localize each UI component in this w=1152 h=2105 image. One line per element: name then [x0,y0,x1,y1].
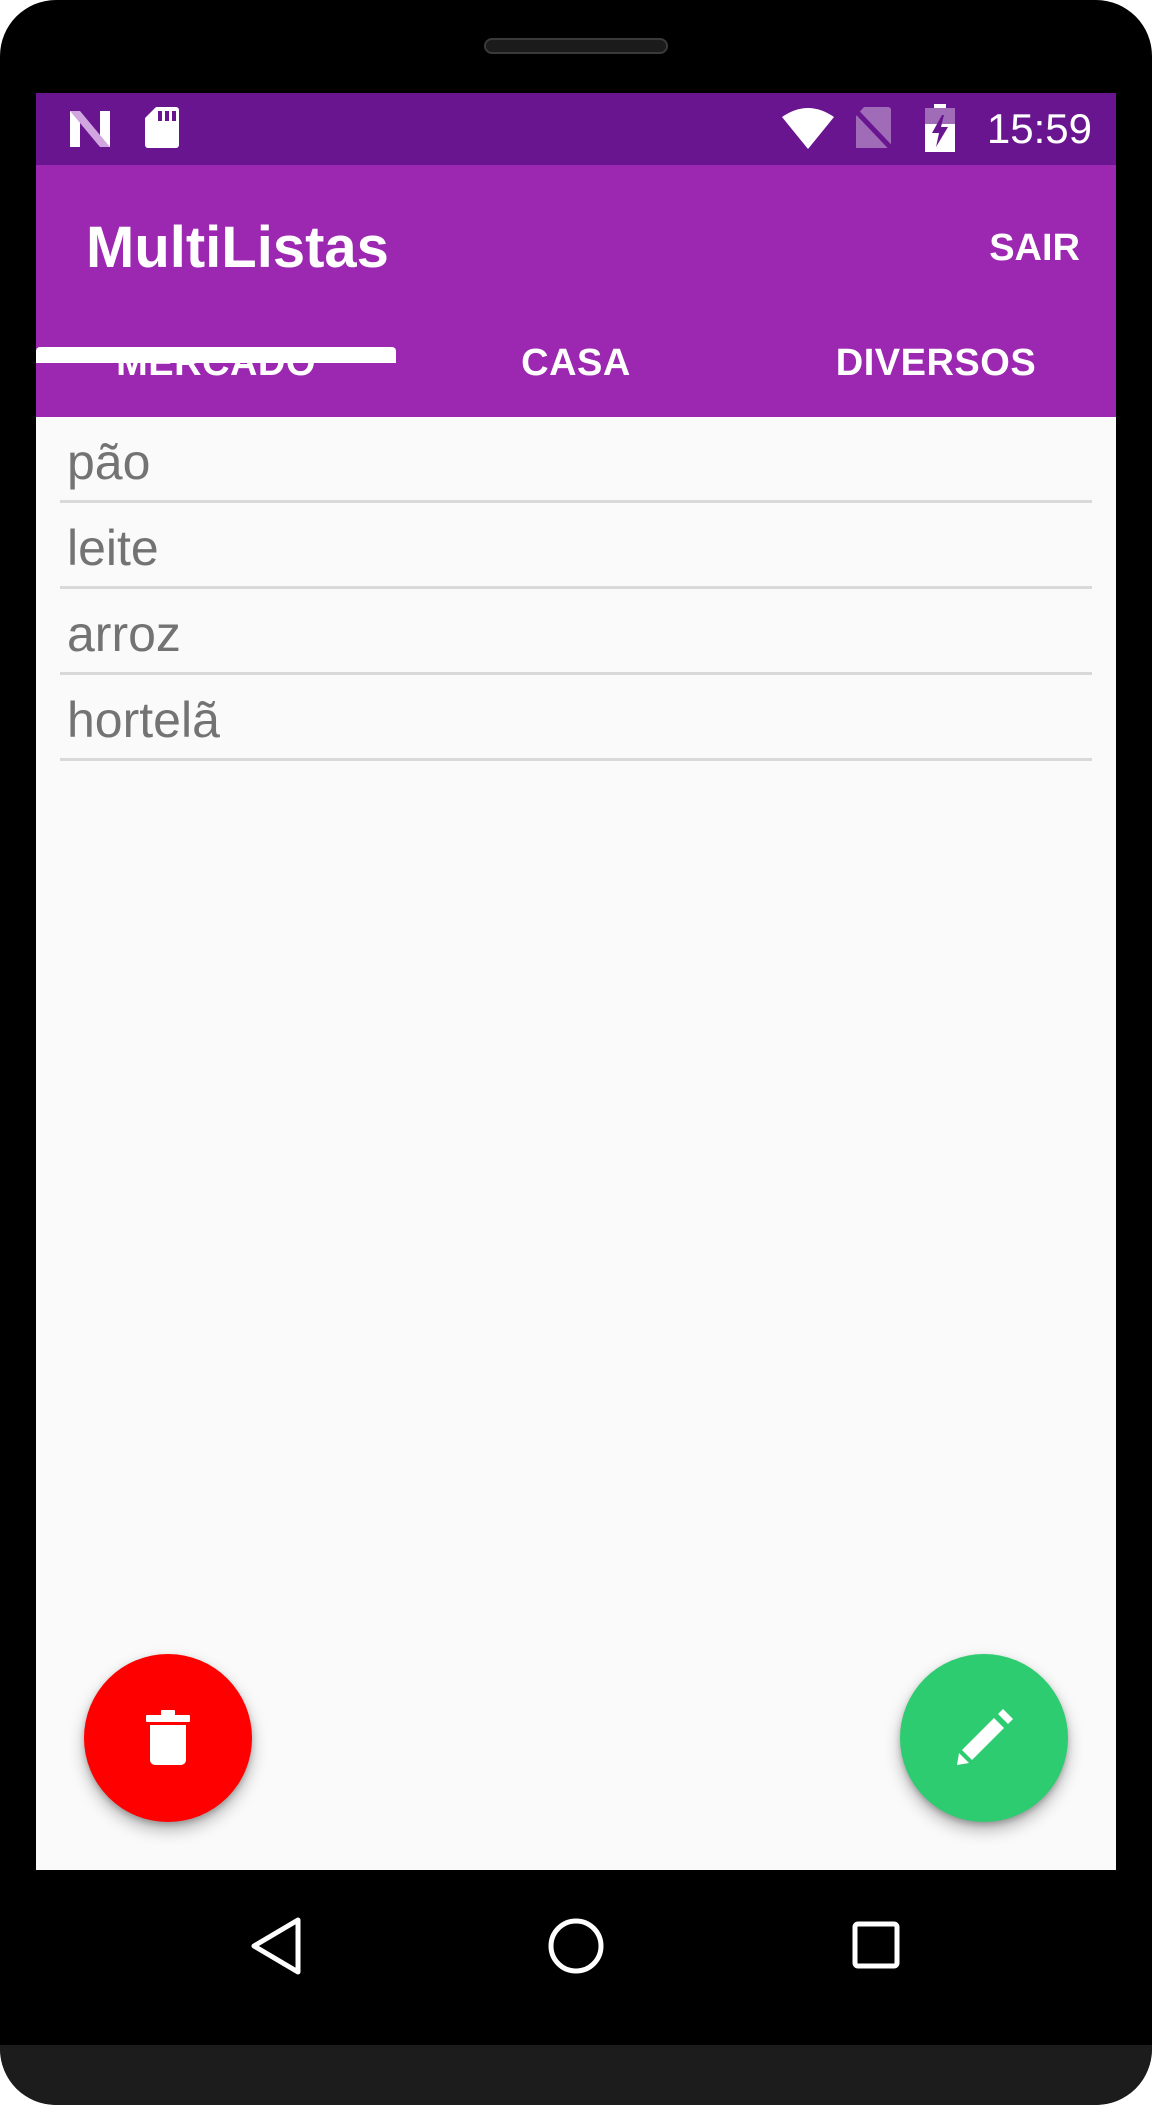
tab-bar: MERCADO CASA DIVERSOS [36,309,1116,417]
list-item[interactable]: hortelã [60,675,1092,761]
recents-icon[interactable] [846,1914,906,1978]
back-icon[interactable] [246,1914,306,1978]
list-item[interactable]: leite [60,503,1092,589]
item-list: pão leite arroz hortelã [60,417,1092,761]
tab-label: CASA [521,341,631,384]
no-sim-icon [852,107,894,151]
battery-charging-icon [925,104,955,152]
logout-button[interactable]: SAIR [989,225,1080,271]
earpiece-speaker [484,38,668,54]
status-time: 15:59 [986,105,1092,152]
tab-mercado[interactable]: MERCADO [36,309,396,417]
trash-icon [146,1710,190,1765]
list-item[interactable]: pão [60,417,1092,503]
edit-fab-button[interactable] [900,1654,1068,1822]
sd-card-icon [145,107,179,148]
navigation-bar [0,1870,1152,2045]
list-item[interactable]: arroz [60,589,1092,675]
home-icon[interactable] [546,1914,606,1978]
app-bar: MultiListas SAIR MERCADO CASA DIVERSOS [36,165,1116,417]
pencil-icon [957,1709,1013,1765]
tab-casa[interactable]: CASA [396,309,756,417]
bottom-bezel [0,2045,1152,2105]
app-title: MultiListas [86,215,389,280]
status-bar: 15:59 [36,93,1116,165]
tab-label: DIVERSOS [835,341,1037,384]
screen: 15:59 MultiListas SAIR MERCADO CASA DIVE… [36,93,1116,1870]
device-frame: 15:59 MultiListas SAIR MERCADO CASA DIVE… [0,0,1152,2105]
wifi-icon [782,108,834,149]
delete-fab-button[interactable] [84,1654,252,1822]
tab-diversos[interactable]: DIVERSOS [756,309,1116,417]
selected-tab-indicator [36,347,396,363]
n-notification-icon [70,111,110,147]
